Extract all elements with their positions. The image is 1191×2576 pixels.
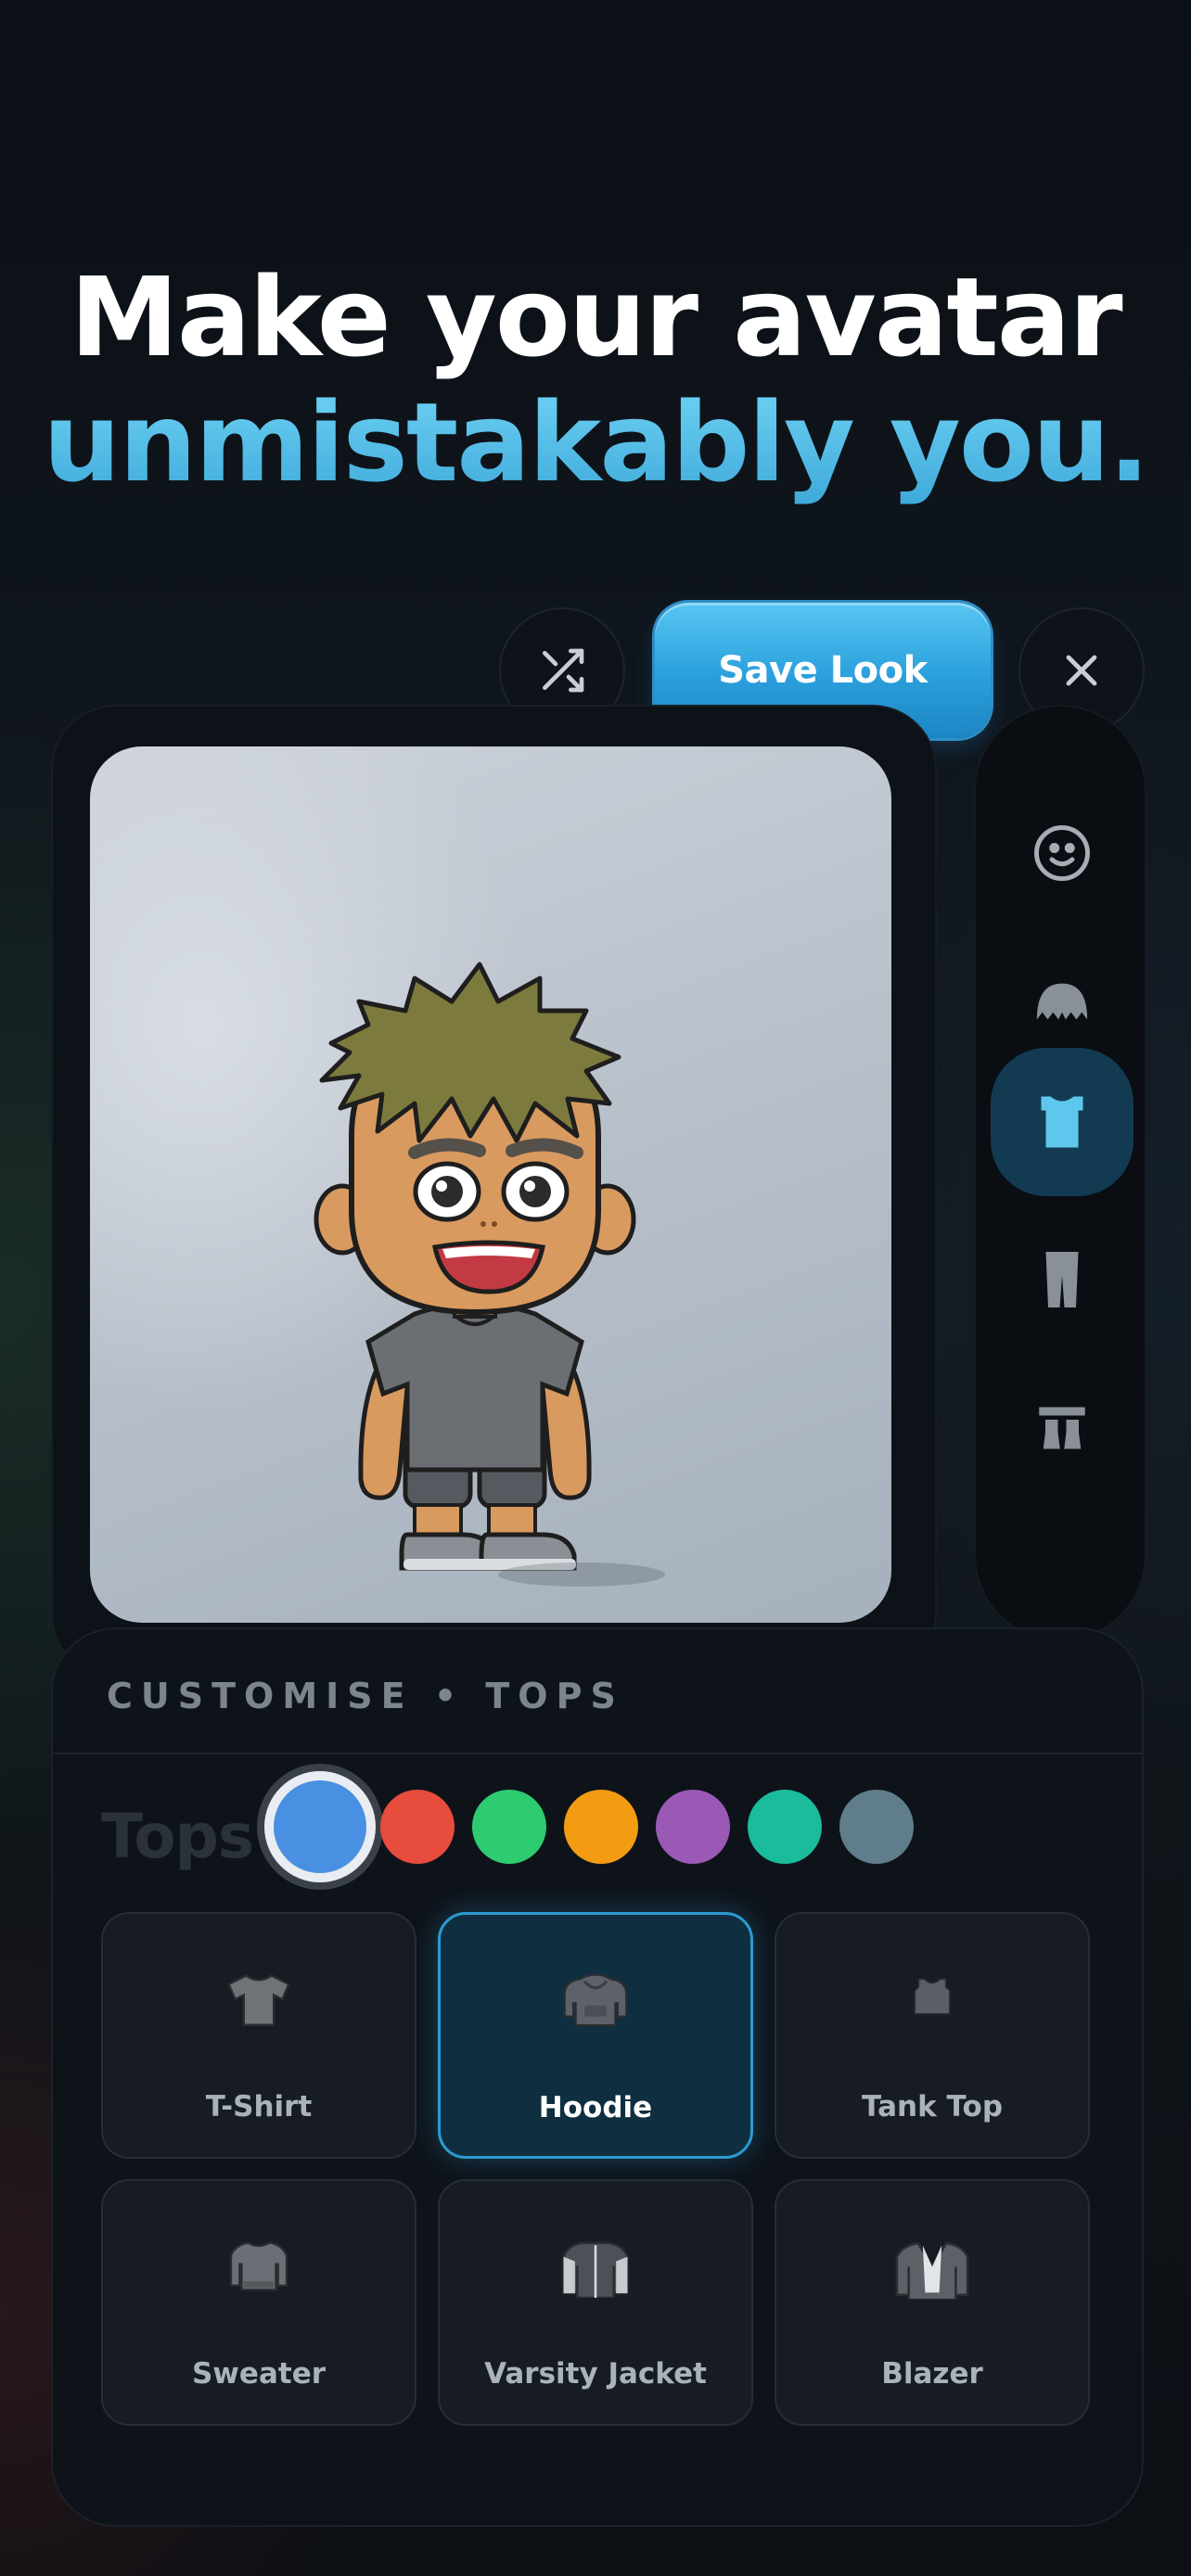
sweater-icon xyxy=(229,2241,288,2291)
color-swatch-green[interactable] xyxy=(472,1790,546,1864)
rail-item-shoes[interactable] xyxy=(991,1354,1133,1502)
color-swatch-slate[interactable] xyxy=(839,1790,914,1864)
color-swatch-blue[interactable] xyxy=(274,1780,366,1873)
category-rail xyxy=(974,705,1146,1641)
avatar-figure xyxy=(314,962,636,1571)
rail-item-face[interactable] xyxy=(991,779,1133,927)
section-label: Tops xyxy=(101,1801,254,1872)
avatar-preview[interactable] xyxy=(90,746,891,1623)
tshirt-icon xyxy=(227,1974,290,2026)
close-icon xyxy=(1066,655,1097,686)
item-card-sweater[interactable]: Sweater xyxy=(101,2179,416,2426)
shoes-icon xyxy=(1039,1407,1085,1449)
hair-icon xyxy=(1036,983,1088,1020)
rail-item-tops[interactable] xyxy=(991,1048,1133,1196)
item-label: Varsity Jacket xyxy=(484,2357,707,2391)
headline: Make your avatar unmistakably you. xyxy=(0,255,1191,505)
rail-item-bottoms[interactable] xyxy=(991,1205,1133,1354)
pants-icon xyxy=(1045,1252,1079,1307)
item-label: Blazer xyxy=(881,2357,983,2391)
item-label: Sweater xyxy=(191,2357,327,2391)
panel-title: CUSTOMISE • TOPS xyxy=(107,1676,624,1716)
item-label: Tank Top xyxy=(861,2090,1004,2123)
item-label: Hoodie xyxy=(538,2091,653,2124)
smiley-face-icon xyxy=(1034,825,1090,881)
avatar-shadow xyxy=(498,1562,665,1587)
item-card-tshirt[interactable]: T-Shirt xyxy=(101,1912,416,2159)
shuffle-icon xyxy=(543,648,584,693)
color-swatch-red[interactable] xyxy=(380,1790,455,1864)
item-label: T-Shirt xyxy=(205,2090,313,2123)
item-card-varsity-jacket[interactable]: Varsity Jacket xyxy=(438,2179,753,2426)
headline-line-1: Make your avatar xyxy=(70,253,1122,381)
item-card-tank-top[interactable]: Tank Top xyxy=(775,1912,1090,2159)
color-swatch-purple[interactable] xyxy=(656,1790,730,1864)
color-swatch-teal[interactable] xyxy=(748,1790,822,1864)
item-card-hoodie[interactable]: Hoodie xyxy=(438,1912,753,2159)
blazer-icon xyxy=(895,2241,969,2300)
shirt-icon xyxy=(1041,1096,1083,1148)
varsity-jacket-icon xyxy=(562,2241,629,2298)
color-swatch-orange[interactable] xyxy=(564,1790,638,1864)
item-card-blazer[interactable]: Blazer xyxy=(775,2179,1090,2426)
tank-top-icon xyxy=(914,1978,951,2015)
panel-divider xyxy=(53,1753,1142,1754)
hoodie-icon xyxy=(563,1973,628,2027)
headline-line-2: unmistakably you. xyxy=(0,380,1191,505)
